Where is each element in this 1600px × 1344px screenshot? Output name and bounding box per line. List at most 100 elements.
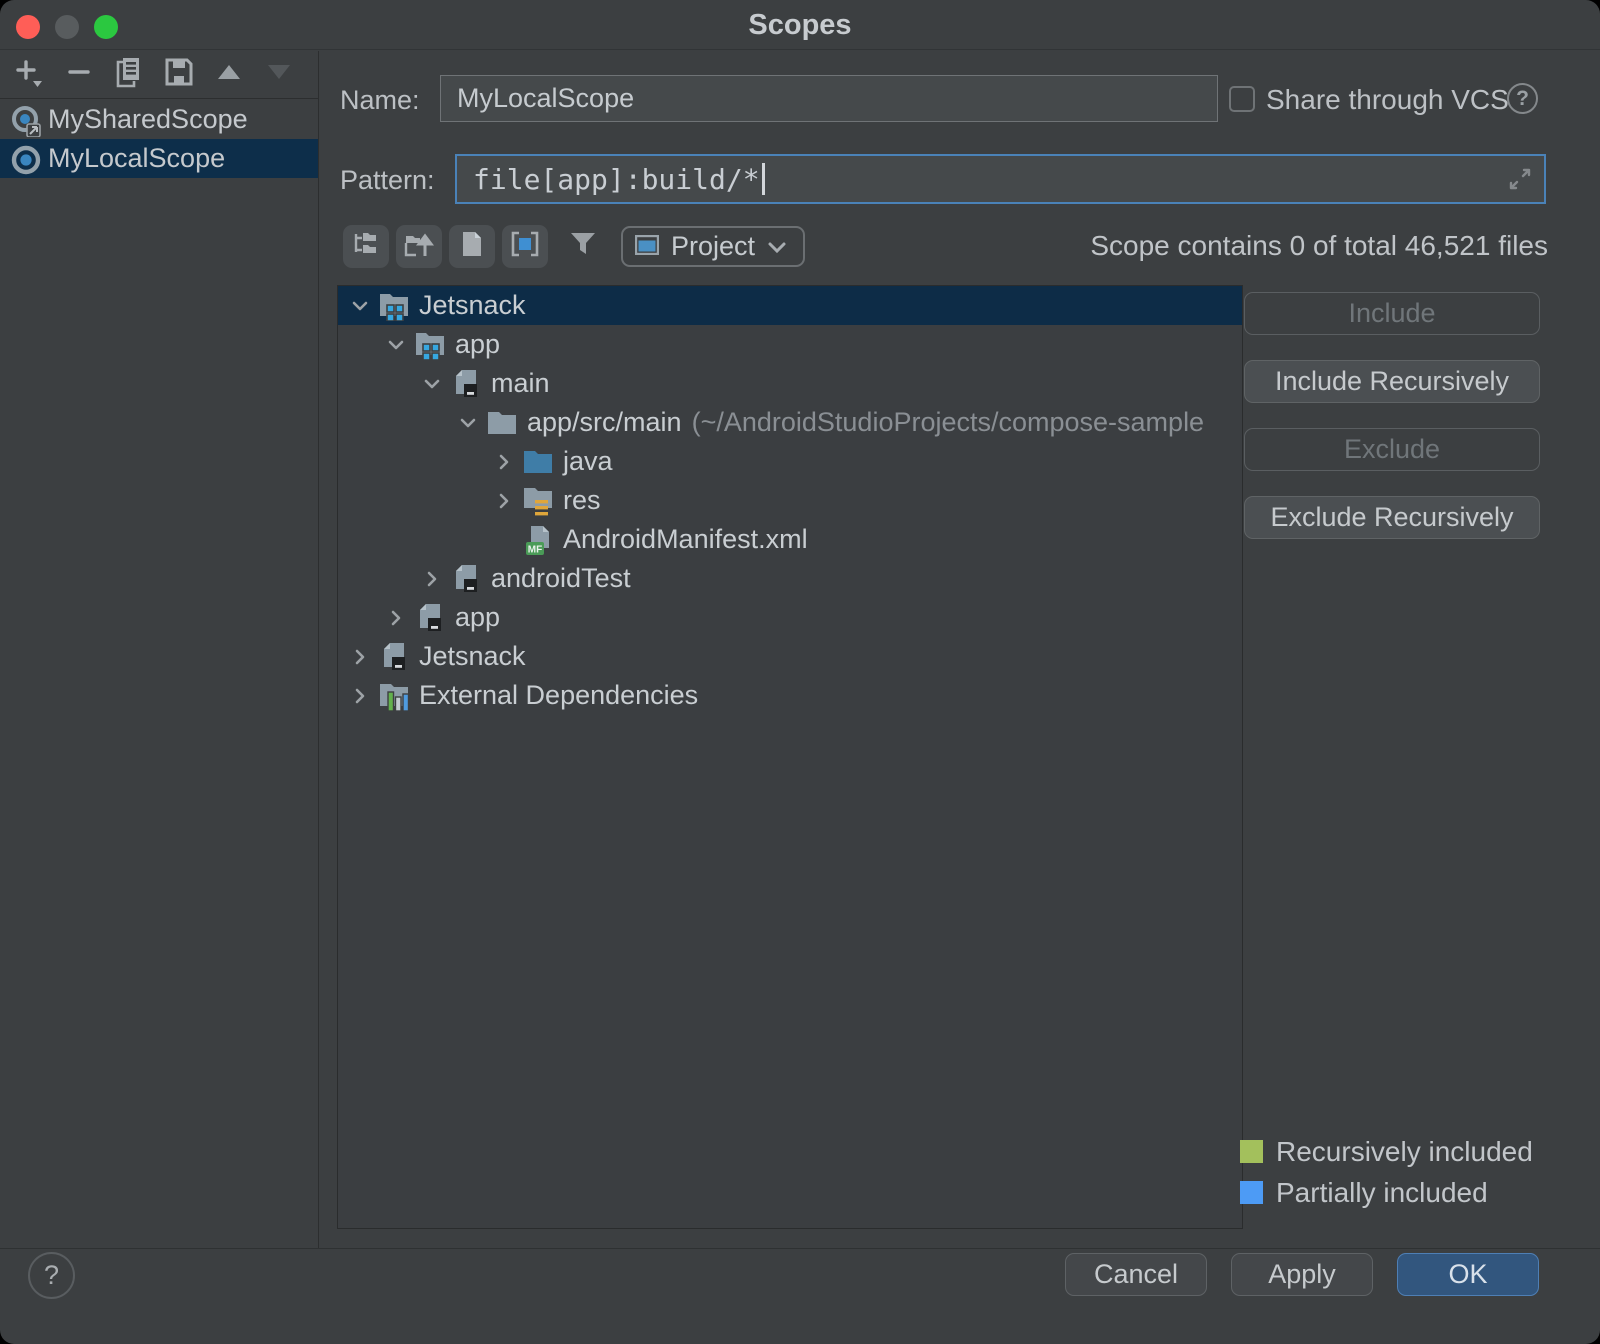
tree-node-path-annotation: (~/AndroidStudioProjects/compose-sample (692, 407, 1205, 438)
scope-summary: Scope contains 0 of total 46,521 files (1090, 230, 1548, 262)
tree-node-label: AndroidManifest.xml (563, 524, 808, 555)
folder-icon (486, 407, 518, 439)
scope-name-input[interactable]: MyLocalScope (440, 75, 1218, 122)
resources-folder-icon (522, 485, 554, 517)
chevron-right-icon[interactable] (491, 449, 517, 475)
module-icon (414, 602, 446, 634)
tree-node-label: Jetsnack (419, 290, 526, 321)
chevron-right-icon[interactable] (347, 683, 373, 709)
ok-button[interactable]: OK (1397, 1253, 1539, 1296)
tree-node-label: androidTest (491, 563, 631, 594)
tree-row-jetsnack[interactable]: Jetsnack (338, 637, 1242, 676)
show-files-toggle-button[interactable] (449, 225, 495, 268)
tree-node-label: app (455, 602, 500, 633)
remove-scope-button[interactable] (64, 58, 94, 92)
include-recursively-button[interactable]: Include Recursively (1244, 360, 1540, 403)
apply-button[interactable]: Apply (1231, 1253, 1373, 1296)
dialog-title: Scopes (0, 0, 1600, 50)
chevron-down-icon (767, 231, 787, 262)
chevron-right-icon[interactable] (491, 488, 517, 514)
text-caret (762, 163, 765, 195)
filter-button[interactable] (561, 225, 605, 268)
file-tree: Jetsnack app main app/src/main (~/AndroidStu… (337, 285, 1243, 1229)
tree-row-app[interactable]: app (338, 325, 1242, 364)
dialog-buttons: Cancel Apply OK (1065, 1253, 1539, 1296)
tree-row-app[interactable]: app (338, 598, 1242, 637)
compact-folders-toggle-button[interactable] (396, 225, 442, 268)
help-button[interactable]: ? (28, 1252, 75, 1299)
title-bar: Scopes (0, 0, 1600, 50)
svg-text:MF: MF (528, 544, 542, 555)
legend-item: Recursively included (1240, 1131, 1533, 1172)
tree-row-app-src-main[interactable]: app/src/main (~/AndroidStudioProjects/com… (338, 403, 1242, 442)
save-scope-button[interactable] (164, 58, 194, 92)
scope-list: MySharedScope MyLocalScope (0, 100, 318, 178)
chevron-down-icon[interactable] (419, 371, 445, 397)
tree-view-toolbar: Project (343, 224, 805, 268)
footer-bar: ? Cancel Apply OK (0, 1248, 1600, 1344)
legend: Recursively included Partially included (1240, 1131, 1533, 1213)
scopes-dialog: Scopes MySharedScope MyLocalScope Name: … (0, 0, 1600, 1344)
chevron-right-icon[interactable] (383, 605, 409, 631)
project-view-dropdown[interactable]: Project (621, 226, 805, 267)
tree-row-jetsnack[interactable]: Jetsnack (338, 286, 1242, 325)
chevron-placeholder (491, 527, 517, 553)
vcs-help-icon[interactable]: ? (1507, 83, 1538, 114)
legend-label: Partially included (1276, 1177, 1488, 1209)
tree-node-label: res (563, 485, 601, 516)
scope-list-item-mylocalscope[interactable]: MyLocalScope (0, 139, 318, 178)
tree-row-main[interactable]: main (338, 364, 1242, 403)
chevron-down-icon[interactable] (455, 410, 481, 436)
chevron-right-icon[interactable] (347, 644, 373, 670)
move-up-scope-button[interactable] (214, 58, 244, 92)
scope-list-toolbar (0, 51, 318, 99)
android-module-folder-icon (378, 290, 410, 322)
source-folder-icon (522, 446, 554, 478)
compact-folders-icon (404, 230, 434, 263)
module-icon (378, 641, 410, 673)
show-included-only-toggle-button[interactable] (502, 225, 548, 268)
legend-item: Partially included (1240, 1172, 1533, 1213)
tree-structure-toggle-button[interactable] (343, 225, 389, 268)
legend-color-swatch (1240, 1181, 1263, 1204)
tree-row-external-dependencies[interactable]: External Dependencies (338, 676, 1242, 715)
cancel-button[interactable]: Cancel (1065, 1253, 1207, 1296)
legend-color-swatch (1240, 1140, 1263, 1163)
pattern-input[interactable]: file[app]:build/* (455, 154, 1546, 204)
tree-node-label: app/src/main (527, 407, 682, 438)
move-down-icon (266, 62, 292, 87)
chevron-right-icon[interactable] (419, 566, 445, 592)
move-down-scope-button[interactable] (264, 58, 294, 92)
include-exclude-buttons: IncludeInclude RecursivelyExcludeExclude… (1244, 292, 1540, 564)
project-view-icon (635, 231, 659, 262)
show-included-only-icon (510, 230, 540, 263)
module-icon (450, 368, 482, 400)
exclude-button: Exclude (1244, 428, 1540, 471)
add-scope-button[interactable] (14, 58, 44, 92)
exclude-recursively-button[interactable]: Exclude Recursively (1244, 496, 1540, 539)
share-through-vcs-label: Share through VCS (1266, 84, 1509, 116)
scope-list-panel: MySharedScope MyLocalScope (0, 51, 319, 1248)
tree-node-label: app (455, 329, 500, 360)
remove-icon (65, 58, 93, 91)
project-view-label: Project (671, 231, 755, 262)
copy-scope-button[interactable] (114, 58, 144, 92)
tree-row-java[interactable]: java (338, 442, 1242, 481)
scope-list-item-mysharedscope[interactable]: MySharedScope (0, 100, 318, 139)
scope-name: MySharedScope (48, 104, 248, 135)
share-through-vcs-checkbox[interactable] (1229, 86, 1255, 112)
tree-row-androidmanifest-xml[interactable]: MF AndroidManifest.xml (338, 520, 1242, 559)
pattern-value: file[app]:build/* (473, 163, 760, 196)
chevron-down-icon[interactable] (347, 293, 373, 319)
copy-icon (114, 56, 144, 93)
move-up-icon (216, 62, 242, 87)
chevron-down-icon[interactable] (383, 332, 409, 358)
tree-row-res[interactable]: res (338, 481, 1242, 520)
local-scope-icon (10, 144, 40, 174)
pattern-label: Pattern: (340, 165, 435, 196)
scope-name-value: MyLocalScope (457, 83, 634, 114)
scope-name: MyLocalScope (48, 143, 225, 174)
expand-field-icon[interactable] (1506, 165, 1534, 200)
tree-row-androidtest[interactable]: androidTest (338, 559, 1242, 598)
name-label: Name: (340, 85, 420, 116)
